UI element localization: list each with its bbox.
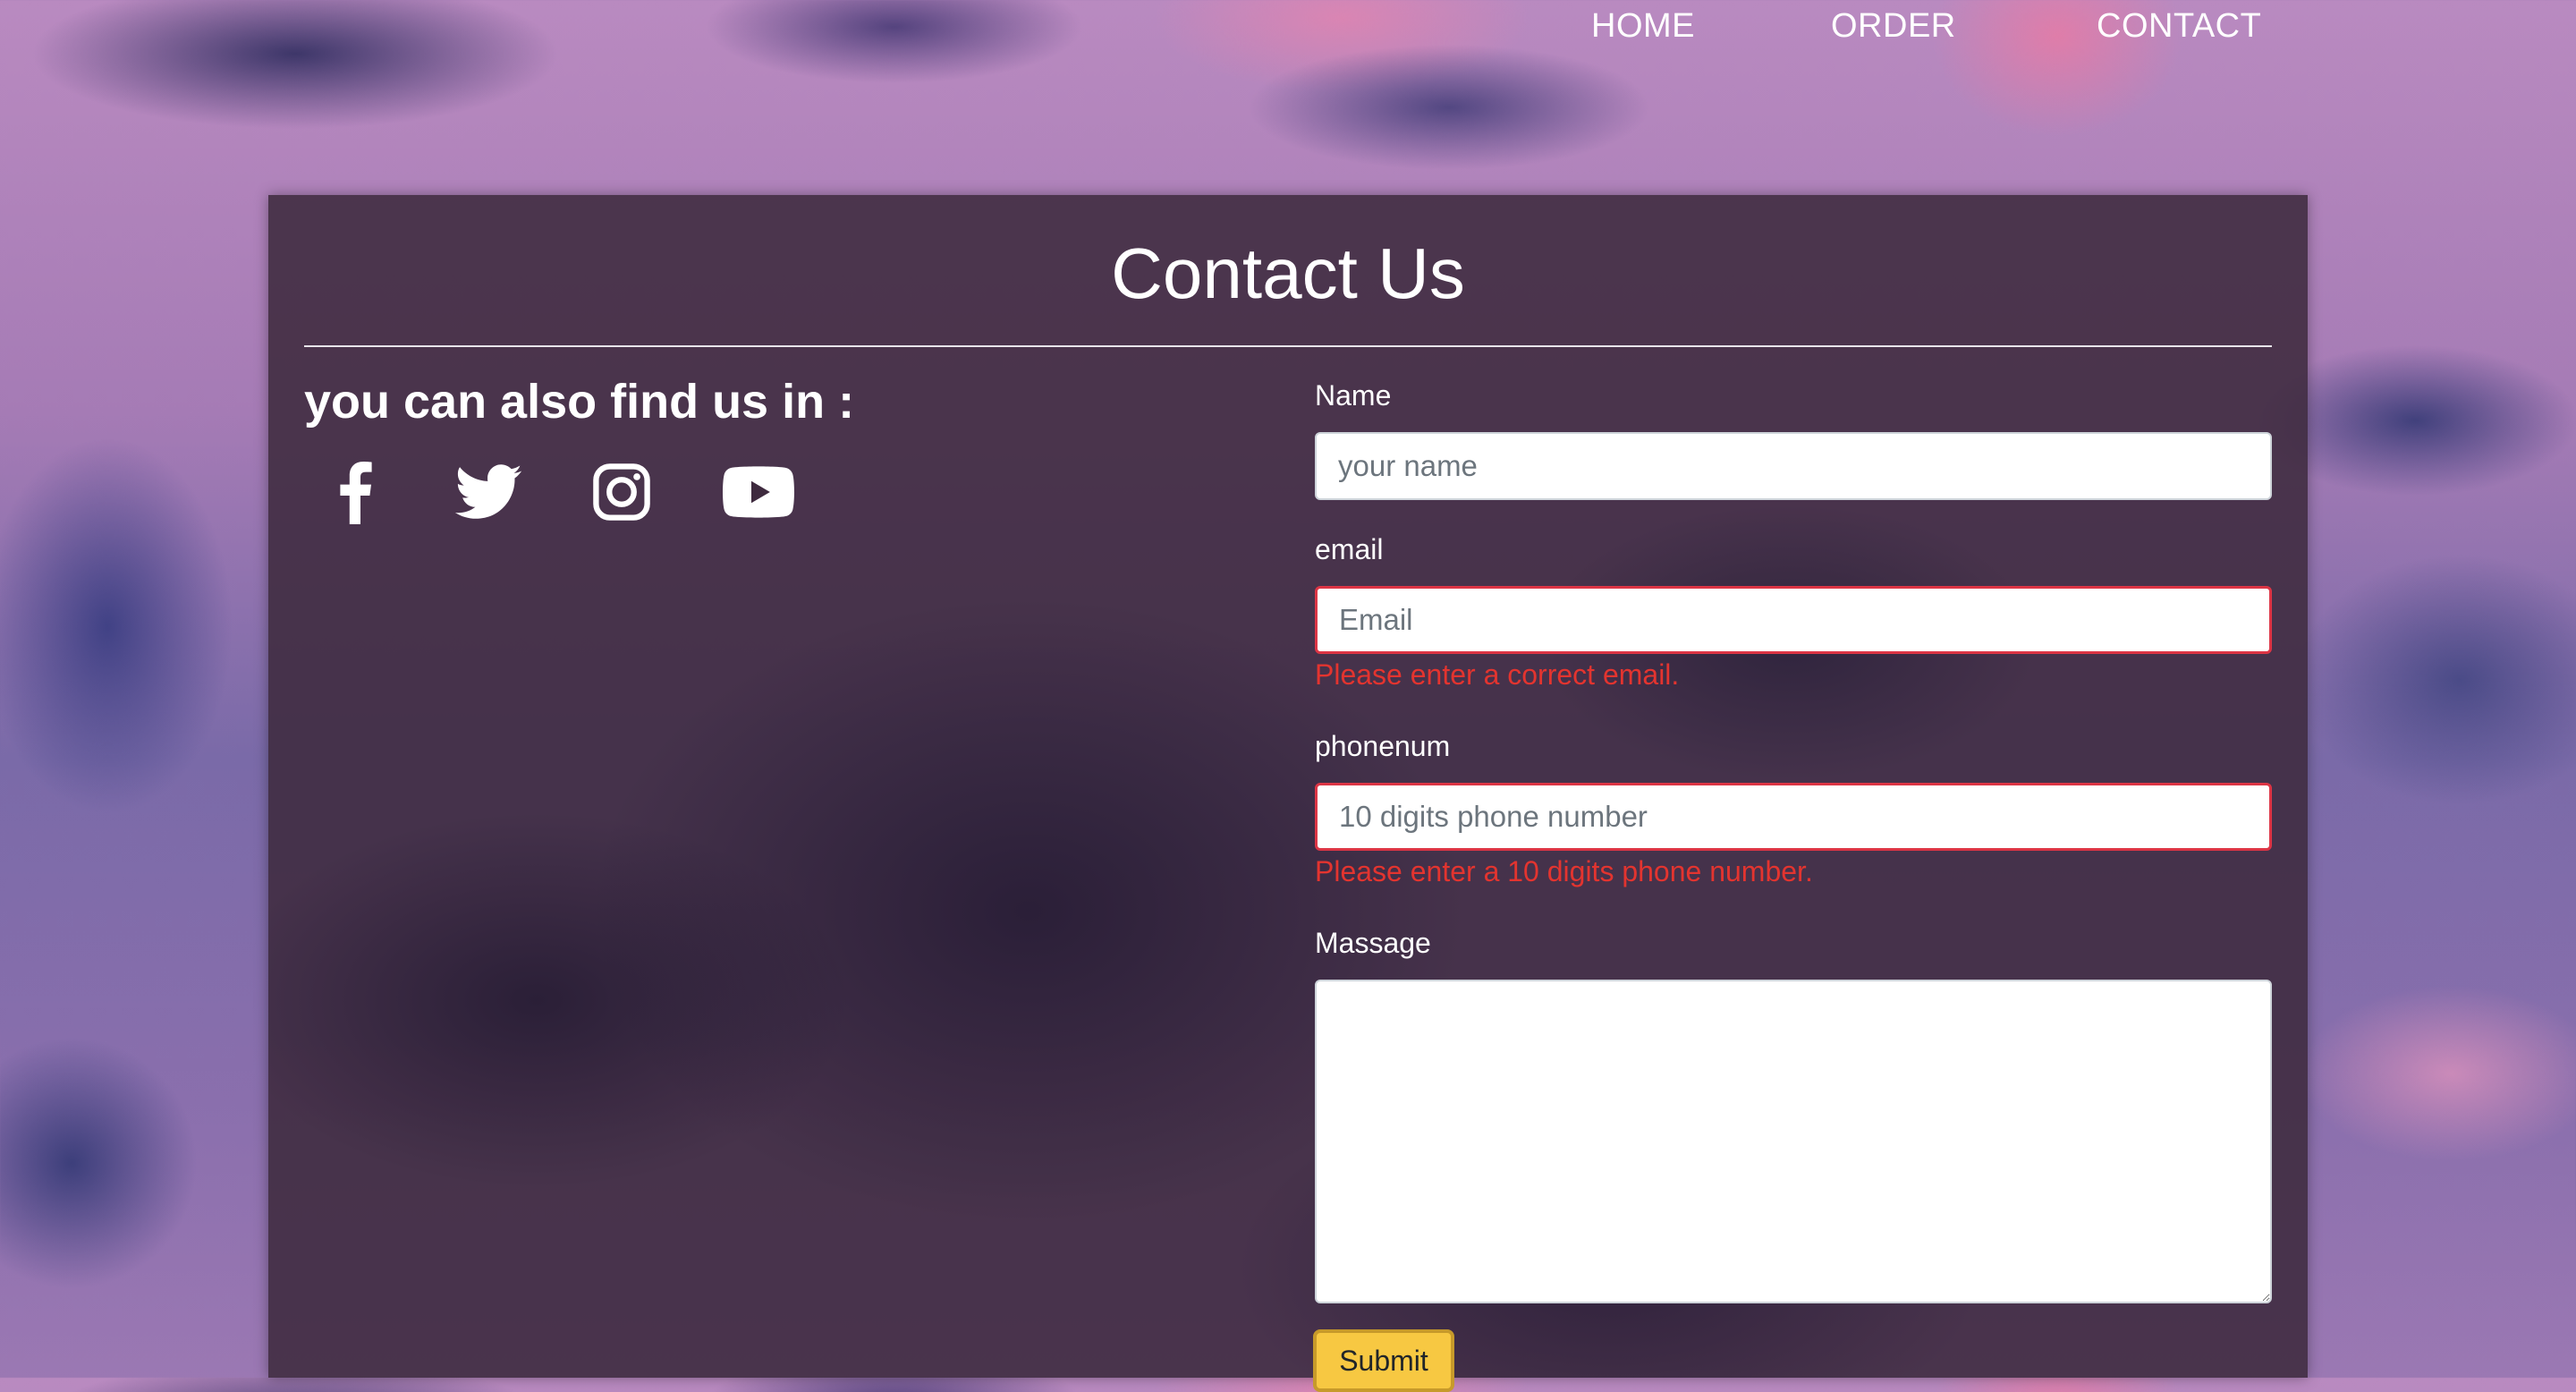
name-input[interactable] [1315, 432, 2272, 500]
email-error: Please enter a correct email. [1315, 658, 1680, 691]
facebook-icon[interactable] [335, 460, 374, 529]
message-label: Massage [1315, 927, 1431, 959]
youtube-icon[interactable] [723, 466, 794, 522]
instagram-icon[interactable] [592, 463, 651, 526]
phone-label: phonenum [1315, 730, 1451, 762]
twitter-icon[interactable] [454, 464, 522, 524]
name-label: Name [1315, 379, 1392, 412]
phone-input[interactable] [1315, 783, 2272, 851]
nav-home-link[interactable]: HOME [1591, 7, 1695, 46]
page-title: Contact Us [1111, 233, 1465, 313]
email-label: email [1315, 533, 1384, 565]
contact-panel: Contact Us you can also find us in : Nam… [268, 195, 2308, 1392]
submit-button[interactable]: Submit [1313, 1329, 1454, 1392]
phone-error: Please enter a 10 digits phone number. [1315, 855, 1813, 887]
social-links [304, 460, 794, 529]
find-us-heading: you can also find us in : [304, 375, 855, 429]
message-textarea[interactable] [1315, 980, 2272, 1303]
email-input[interactable] [1315, 586, 2272, 654]
title-divider [304, 345, 2272, 347]
nav-contact-link[interactable]: CONTACT [2097, 7, 2261, 46]
nav-order-link[interactable]: ORDER [1831, 7, 1956, 46]
